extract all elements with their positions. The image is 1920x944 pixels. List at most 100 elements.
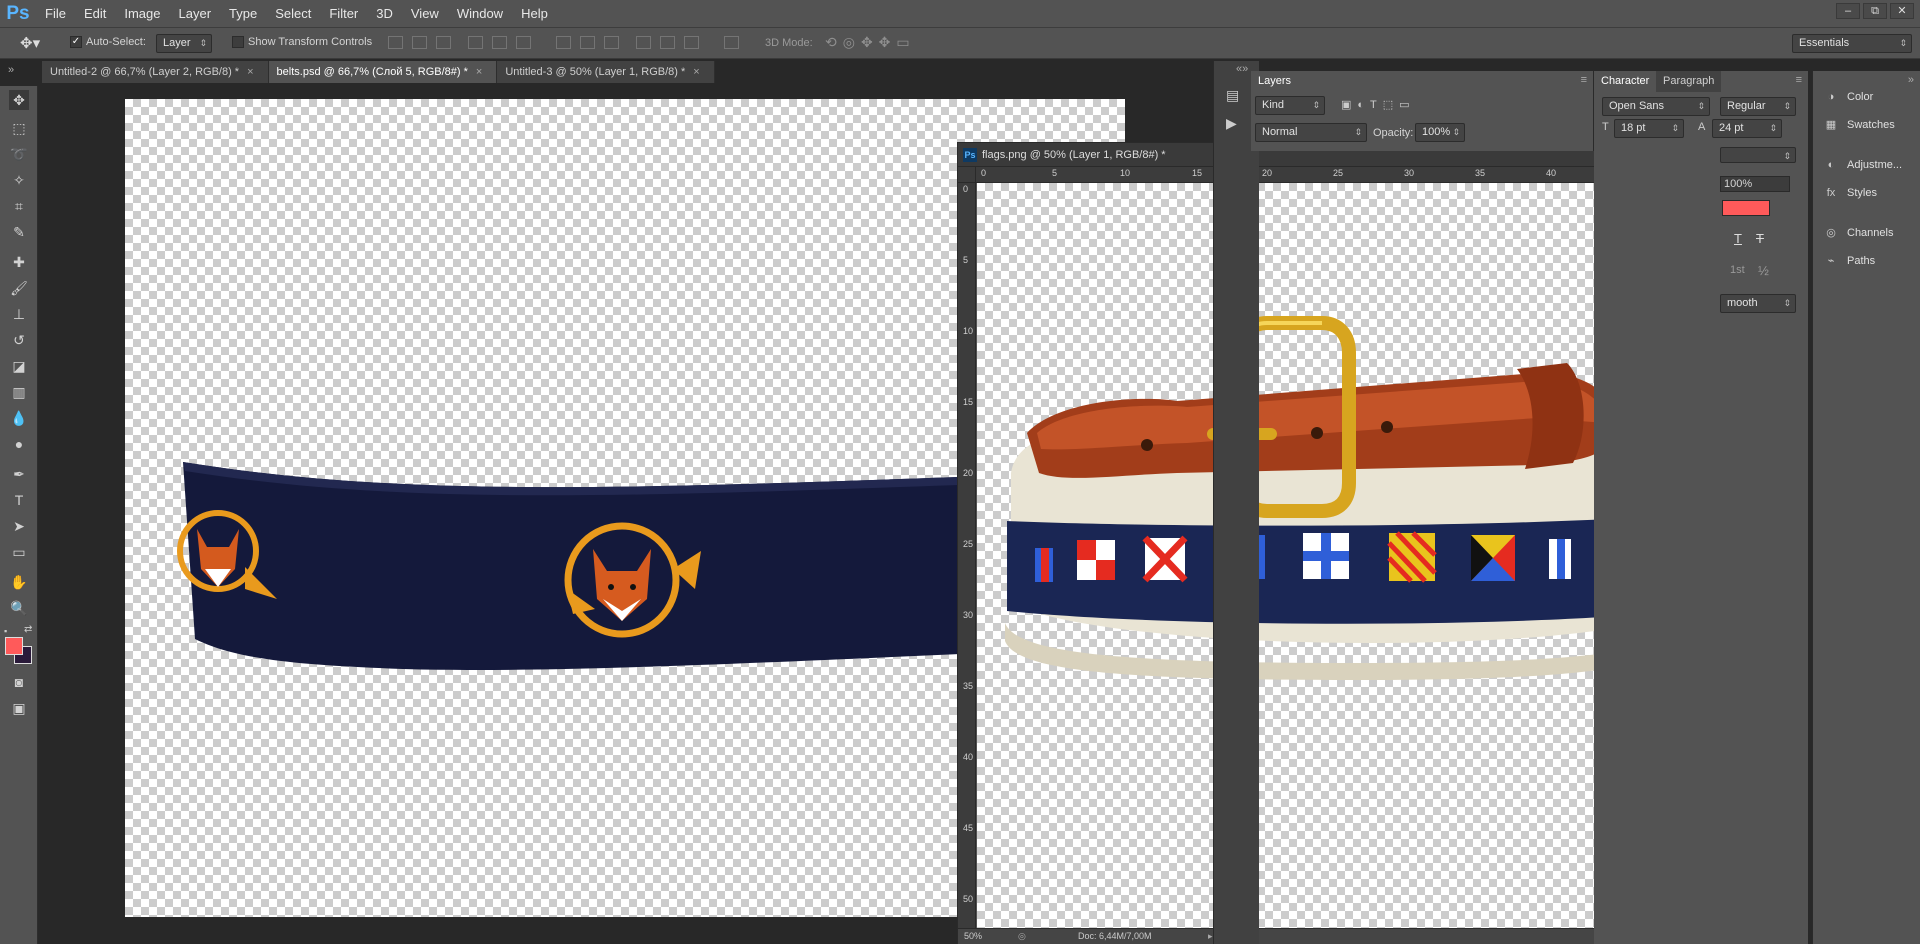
menu-window[interactable]: Window	[448, 0, 512, 27]
panel-color[interactable]: ◑ Color	[1823, 86, 1874, 108]
auto-select-dropdown[interactable]: Layer	[156, 34, 212, 53]
quick-mask-icon[interactable]: ◙	[9, 672, 29, 692]
status-menu-icon[interactable]: ▸	[1208, 929, 1213, 944]
layer-filter-kind[interactable]: Kind	[1255, 96, 1325, 115]
foreground-color-swatch[interactable]	[5, 637, 23, 655]
auto-align-icon[interactable]	[724, 36, 739, 49]
tab-close-icon[interactable]: ×	[247, 66, 253, 78]
lasso-tool-icon[interactable]: ➰	[9, 144, 29, 164]
zoom-tool-icon[interactable]: 🔍	[9, 598, 29, 618]
history-panel-icon[interactable]: ▤	[1226, 87, 1239, 104]
close-button[interactable]: ✕	[1890, 3, 1914, 19]
menu-type[interactable]: Type	[220, 0, 266, 27]
menu-help[interactable]: Help	[512, 0, 557, 27]
align-hcenter-icon[interactable]	[492, 36, 507, 49]
distribute-left-icon[interactable]	[636, 36, 651, 49]
filter-icons[interactable]: ▣◐T⬚▭	[1341, 98, 1416, 111]
tracking-field[interactable]	[1720, 147, 1796, 165]
minimize-button[interactable]: –	[1836, 3, 1860, 19]
move-tool-icon[interactable]: ✥▾	[20, 34, 40, 52]
zoom-level[interactable]: 50%	[964, 929, 982, 944]
panel-paths[interactable]: ⌁ Paths	[1823, 250, 1875, 272]
character-panel-menu-icon[interactable]: ≡	[1796, 74, 1802, 86]
distribute-hcenter-icon[interactable]	[660, 36, 675, 49]
distribute-right-icon[interactable]	[684, 36, 699, 49]
tab-paragraph[interactable]: Paragraph	[1656, 71, 1722, 92]
status-icon[interactable]: ◎	[1018, 929, 1026, 944]
workspace-dropdown[interactable]: Essentials	[1792, 34, 1912, 53]
path-selection-tool-icon[interactable]: ➤	[9, 516, 29, 536]
menu-select[interactable]: Select	[266, 0, 320, 27]
menu-3d[interactable]: 3D	[367, 0, 402, 27]
ordinals-icon[interactable]: 1st	[1730, 264, 1745, 276]
align-right-icon[interactable]	[516, 36, 531, 49]
hand-tool-icon[interactable]: ✋	[9, 572, 29, 592]
tab-close-icon[interactable]: ×	[476, 66, 482, 78]
move-tool-icon[interactable]: ✥	[9, 90, 29, 110]
dodge-tool-icon[interactable]: ●	[9, 434, 29, 454]
transform-controls-checkbox[interactable]: Show Transform Controls	[232, 36, 372, 49]
tab-close-icon[interactable]: ×	[693, 66, 699, 78]
eraser-tool-icon[interactable]: ◪	[9, 356, 29, 376]
screen-mode-icon[interactable]: ▣	[9, 698, 29, 718]
dock-collapse-icon[interactable]: «»	[1236, 63, 1248, 75]
swap-colors-icon[interactable]: ⇄	[24, 624, 32, 635]
font-family-dropdown[interactable]: Open Sans	[1602, 97, 1710, 116]
text-color-swatch[interactable]	[1722, 200, 1770, 216]
type-tool-icon[interactable]: T	[9, 490, 29, 510]
shape-tool-icon[interactable]: ▭	[9, 542, 29, 562]
crop-tool-icon[interactable]: ⌗	[9, 196, 29, 216]
menu-layer[interactable]: Layer	[170, 0, 221, 27]
magic-wand-tool-icon[interactable]: ✧	[9, 170, 29, 190]
healing-brush-tool-icon[interactable]: ✚	[9, 252, 29, 272]
layers-panel-menu-icon[interactable]: ≡	[1581, 74, 1587, 86]
opacity-field[interactable]: 100%	[1415, 123, 1465, 142]
tab-belts[interactable]: belts.psd @ 66,7% (Слой 5, RGB/8#) * ×	[268, 61, 498, 83]
actions-panel-icon[interactable]: ▶	[1226, 115, 1237, 132]
anti-aliasing-dropdown[interactable]: mooth	[1720, 294, 1796, 313]
leading-field[interactable]: 24 pt	[1712, 119, 1782, 138]
panel-channels[interactable]: ◎ Channels	[1823, 222, 1893, 244]
history-brush-tool-icon[interactable]: ↺	[9, 330, 29, 350]
brush-tool-icon[interactable]: 🖌	[9, 278, 29, 298]
align-bottom-icon[interactable]	[436, 36, 451, 49]
tab-layers[interactable]: Layers	[1251, 71, 1299, 92]
distribute-vcenter-icon[interactable]	[580, 36, 595, 49]
panel-swatches[interactable]: ▦ Swatches	[1823, 114, 1895, 136]
restore-button[interactable]: ⧉	[1863, 3, 1887, 19]
tab-character[interactable]: Character	[1594, 71, 1657, 92]
menu-filter[interactable]: Filter	[320, 0, 367, 27]
tab-untitled-3[interactable]: Untitled-3 @ 50% (Layer 1, RGB/8) * ×	[497, 61, 715, 83]
panels-collapse-icon[interactable]: »	[1908, 74, 1914, 86]
gradient-tool-icon[interactable]: ▥	[9, 382, 29, 402]
distribute-bottom-icon[interactable]	[604, 36, 619, 49]
menu-file[interactable]: File	[36, 0, 75, 27]
all-caps-icon[interactable]: T	[1734, 231, 1742, 246]
pen-tool-icon[interactable]: ✒	[9, 464, 29, 484]
align-left-icon[interactable]	[468, 36, 483, 49]
3d-tools-icons[interactable]: ⟲◎✥✥▭	[825, 34, 916, 51]
eyedropper-tool-icon[interactable]: ✎	[9, 222, 29, 242]
panel-styles[interactable]: fx Styles	[1823, 182, 1877, 204]
menu-view[interactable]: View	[402, 0, 448, 27]
tab-untitled-2[interactable]: Untitled-2 @ 66,7% (Layer 2, RGB/8) * ×	[42, 61, 269, 83]
strikethrough-icon[interactable]: T	[1756, 231, 1764, 246]
blend-mode-dropdown[interactable]: Normal	[1255, 123, 1367, 142]
doc-size[interactable]: Doc: 6,44M/7,00M	[1078, 929, 1152, 944]
auto-select-checkbox[interactable]: ✓ Auto-Select:	[70, 36, 146, 49]
marquee-tool-icon[interactable]: ⬚	[9, 118, 29, 138]
blur-tool-icon[interactable]: 💧	[9, 408, 29, 428]
fractions-icon[interactable]: ½	[1758, 263, 1769, 278]
menu-edit[interactable]: Edit	[75, 0, 115, 27]
font-style-dropdown[interactable]: Regular	[1720, 97, 1796, 116]
font-size-field[interactable]: 18 pt	[1614, 119, 1684, 138]
horizontal-scale-field[interactable]: 100%	[1720, 176, 1790, 192]
align-vcenter-icon[interactable]	[412, 36, 427, 49]
panel-adjustments[interactable]: ◐ Adjustme...	[1823, 154, 1902, 176]
distribute-top-icon[interactable]	[556, 36, 571, 49]
align-top-icon[interactable]	[388, 36, 403, 49]
default-colors-icon[interactable]: ▪	[4, 626, 7, 636]
menu-image[interactable]: Image	[115, 0, 169, 27]
clone-stamp-tool-icon[interactable]: ⊥	[9, 304, 29, 324]
toolbar-collapse-icon[interactable]: »	[8, 64, 14, 76]
